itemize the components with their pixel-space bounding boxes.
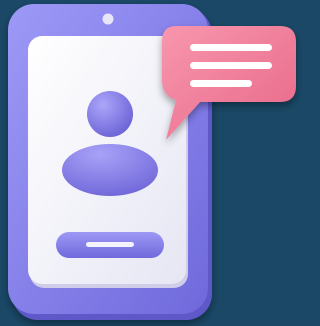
- illustration-stage: [0, 0, 302, 326]
- phone-home-button: [56, 232, 164, 258]
- chat-line-1: [190, 44, 272, 51]
- camera-dot: [102, 13, 114, 25]
- chat-line-2: [190, 62, 272, 69]
- chat-line-3: [190, 80, 252, 87]
- avatar-head: [87, 91, 133, 137]
- avatar-body: [62, 144, 158, 196]
- phone-chat-illustration: [0, 0, 302, 326]
